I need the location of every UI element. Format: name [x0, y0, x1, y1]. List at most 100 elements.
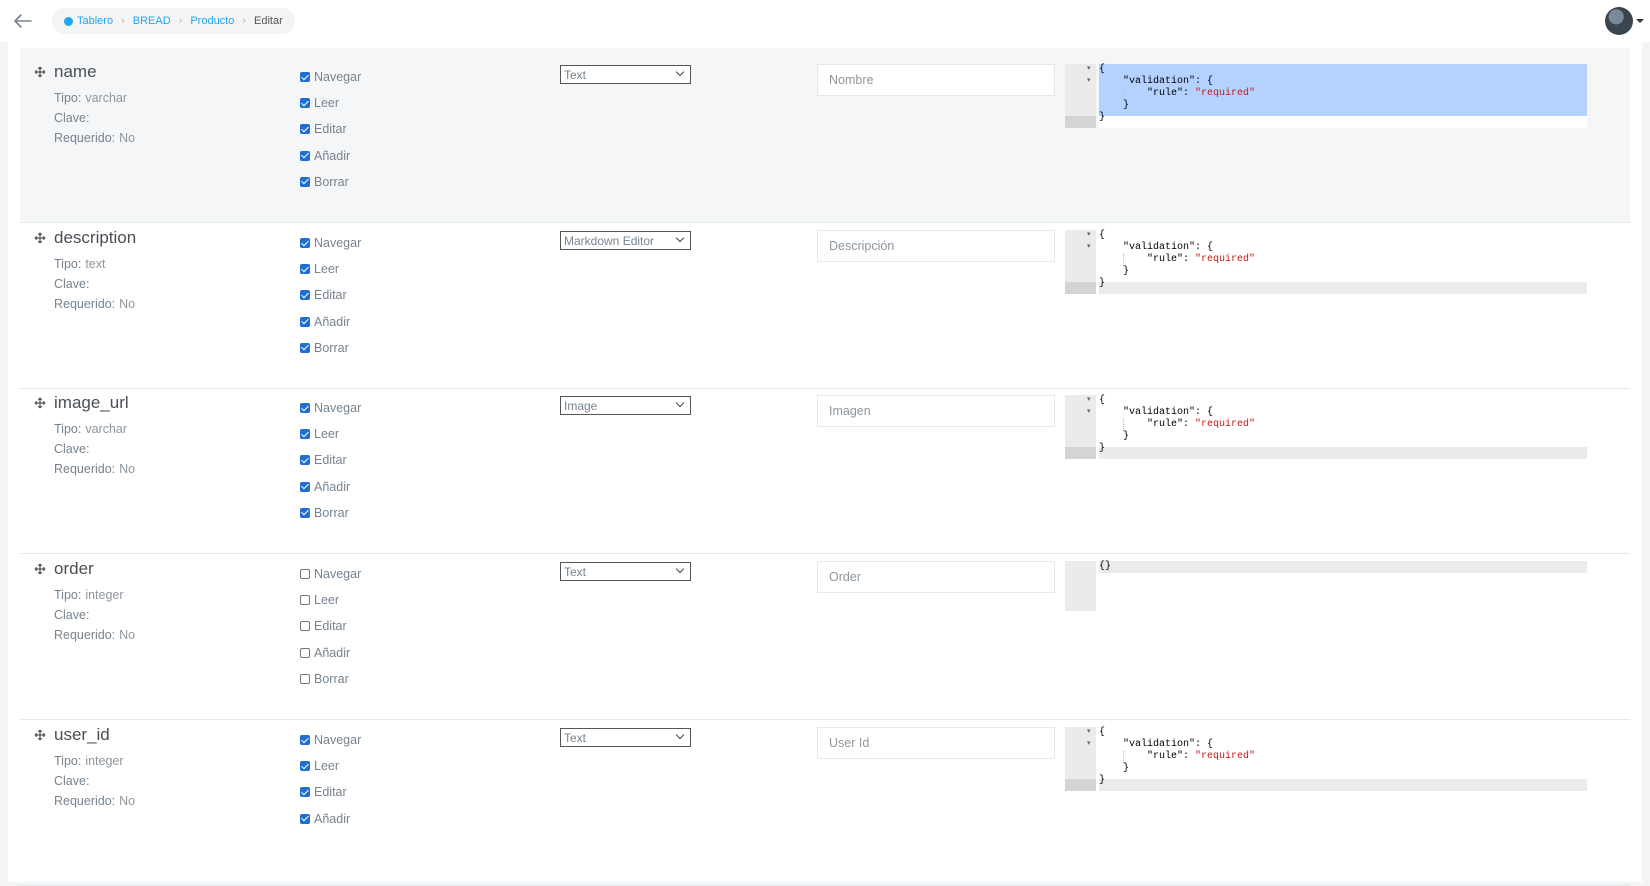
- editor-gutter: ▾ ▾: [1065, 64, 1096, 128]
- checkbox-box[interactable]: [300, 787, 310, 798]
- fold-toggle-icon[interactable]: ▾: [1087, 407, 1091, 416]
- editor-code[interactable]: { "validation": { "rule": "required" }}: [1099, 395, 1587, 459]
- checkbox-borrar[interactable]: Borrar: [300, 666, 361, 692]
- display-name-input[interactable]: Order: [817, 561, 1055, 593]
- json-options-editor[interactable]: {}: [1065, 561, 1587, 611]
- checkbox-box[interactable]: [300, 98, 310, 109]
- caret-down-icon[interactable]: [1636, 19, 1644, 23]
- checkbox-borrar[interactable]: Borrar: [300, 169, 361, 195]
- chevron-down-icon: [675, 564, 685, 574]
- checkbox-anadir[interactable]: Añadir: [300, 309, 361, 335]
- fold-toggle-icon[interactable]: ▾: [1087, 64, 1091, 73]
- drag-handle-icon[interactable]: [34, 66, 46, 78]
- checkbox-box[interactable]: [300, 429, 310, 440]
- fold-toggle-icon[interactable]: ▾: [1087, 230, 1091, 239]
- fold-toggle-icon[interactable]: ▾: [1087, 395, 1091, 404]
- checkbox-box[interactable]: [300, 569, 310, 580]
- visibility-checkboxes: Navegar Leer Editar Añadir Borrar: [300, 395, 361, 526]
- checkbox-editar[interactable]: Editar: [300, 116, 361, 142]
- checkbox-box[interactable]: [300, 735, 310, 746]
- editor-code[interactable]: { "validation": { "rule": "required" }}: [1099, 727, 1587, 791]
- fold-toggle-icon[interactable]: ▾: [1087, 76, 1091, 85]
- back-arrow-icon[interactable]: [10, 8, 36, 34]
- breadcrumb-producto[interactable]: Producto: [190, 15, 234, 27]
- checkbox-box[interactable]: [300, 403, 310, 414]
- checkbox-box[interactable]: [300, 238, 310, 249]
- checkbox-box[interactable]: [300, 481, 310, 492]
- checkbox-box[interactable]: [300, 124, 310, 135]
- checkbox-navegar[interactable]: Navegar: [300, 64, 361, 90]
- display-name-input[interactable]: Descripción: [817, 230, 1055, 262]
- fold-toggle-icon[interactable]: ▾: [1087, 739, 1091, 748]
- checkbox-borrar[interactable]: Borrar: [300, 500, 361, 526]
- json-options-editor[interactable]: ▾ ▾{ "validation": { "rule": "required" }…: [1065, 64, 1587, 128]
- checkbox-box[interactable]: [300, 316, 310, 327]
- checkbox-box[interactable]: [300, 595, 310, 606]
- checkbox-editar[interactable]: Editar: [300, 779, 361, 805]
- checkbox-editar[interactable]: Editar: [300, 613, 361, 639]
- checkbox-leer[interactable]: Leer: [300, 753, 361, 779]
- input-type-value: Text: [564, 730, 587, 745]
- requerido-value: No: [119, 462, 136, 476]
- checkbox-leer[interactable]: Leer: [300, 90, 361, 116]
- checkbox-box[interactable]: [300, 673, 310, 684]
- json-options-editor[interactable]: ▾ ▾ { "validation": { "rule": "required" }…: [1065, 395, 1587, 459]
- checkbox-box[interactable]: [300, 176, 310, 187]
- fold-toggle-icon[interactable]: ▾: [1087, 727, 1091, 736]
- breadcrumb: Tablero › BREAD › Producto › Editar: [52, 8, 295, 34]
- editor-code[interactable]: { "validation": { "rule": "required" }}: [1099, 230, 1587, 294]
- json-options-editor[interactable]: ▾ ▾ { "validation": { "rule": "required" }…: [1065, 230, 1587, 294]
- checkbox-box[interactable]: [300, 150, 310, 161]
- checkbox-navegar[interactable]: Navegar: [300, 395, 361, 421]
- code-key: "rule":: [1099, 88, 1196, 99]
- clave-label: Clave:: [54, 277, 90, 291]
- checkbox-label: Leer: [314, 262, 340, 277]
- checkbox-borrar[interactable]: Borrar: [300, 335, 361, 361]
- display-name-input[interactable]: Imagen: [817, 395, 1055, 427]
- checkbox-box[interactable]: [300, 342, 310, 353]
- checkbox-label: Navegar: [314, 236, 362, 251]
- checkbox-navegar[interactable]: Navegar: [300, 727, 361, 753]
- drag-handle-icon[interactable]: [34, 232, 46, 244]
- checkbox-leer[interactable]: Leer: [300, 421, 361, 447]
- json-options-editor[interactable]: ▾ ▾ { "validation": { "rule": "required" }…: [1065, 727, 1587, 791]
- checkbox-editar[interactable]: Editar: [300, 282, 361, 308]
- drag-handle-icon[interactable]: [34, 397, 46, 409]
- display-name-input[interactable]: Nombre: [817, 64, 1055, 96]
- input-type-select[interactable]: Text: [560, 65, 691, 84]
- input-type-select[interactable]: Text: [560, 728, 691, 747]
- checkbox-box[interactable]: [300, 813, 310, 824]
- editor-code[interactable]: {}: [1099, 561, 1587, 573]
- checkbox-box[interactable]: [300, 507, 310, 518]
- checkbox-anadir[interactable]: Añadir: [300, 474, 361, 500]
- checkbox-editar[interactable]: Editar: [300, 447, 361, 473]
- breadcrumb-bread[interactable]: BREAD: [133, 15, 171, 27]
- breadcrumb-tablero[interactable]: Tablero: [77, 15, 113, 27]
- checkbox-navegar[interactable]: Navegar: [300, 230, 361, 256]
- fold-toggle-icon[interactable]: ▾: [1087, 242, 1091, 251]
- checkbox-box[interactable]: [300, 761, 310, 772]
- checkbox-anadir[interactable]: Añadir: [300, 806, 361, 832]
- checkbox-anadir[interactable]: Añadir: [300, 143, 361, 169]
- requerido-value: No: [119, 131, 136, 145]
- input-type-select[interactable]: Markdown Editor: [560, 231, 691, 250]
- tipo-value: integer: [85, 754, 124, 768]
- tipo-value: text: [85, 257, 106, 271]
- drag-handle-icon[interactable]: [34, 563, 46, 575]
- input-type-select[interactable]: Text: [560, 562, 691, 581]
- checkbox-box[interactable]: [300, 647, 310, 658]
- user-avatar[interactable]: [1605, 7, 1633, 35]
- checkbox-leer[interactable]: Leer: [300, 587, 361, 613]
- checkbox-navegar[interactable]: Navegar: [300, 561, 361, 587]
- checkbox-box[interactable]: [300, 455, 310, 466]
- checkbox-box[interactable]: [300, 621, 310, 632]
- checkbox-box[interactable]: [300, 290, 310, 301]
- display-name-input[interactable]: User Id: [817, 727, 1055, 759]
- input-type-select[interactable]: Image: [560, 396, 691, 415]
- checkbox-leer[interactable]: Leer: [300, 256, 361, 282]
- drag-handle-icon[interactable]: [34, 729, 46, 741]
- checkbox-box[interactable]: [300, 72, 310, 83]
- editor-code[interactable]: { "validation": { "rule": "required" }}: [1099, 64, 1587, 128]
- checkbox-anadir[interactable]: Añadir: [300, 640, 361, 666]
- checkbox-box[interactable]: [300, 264, 310, 275]
